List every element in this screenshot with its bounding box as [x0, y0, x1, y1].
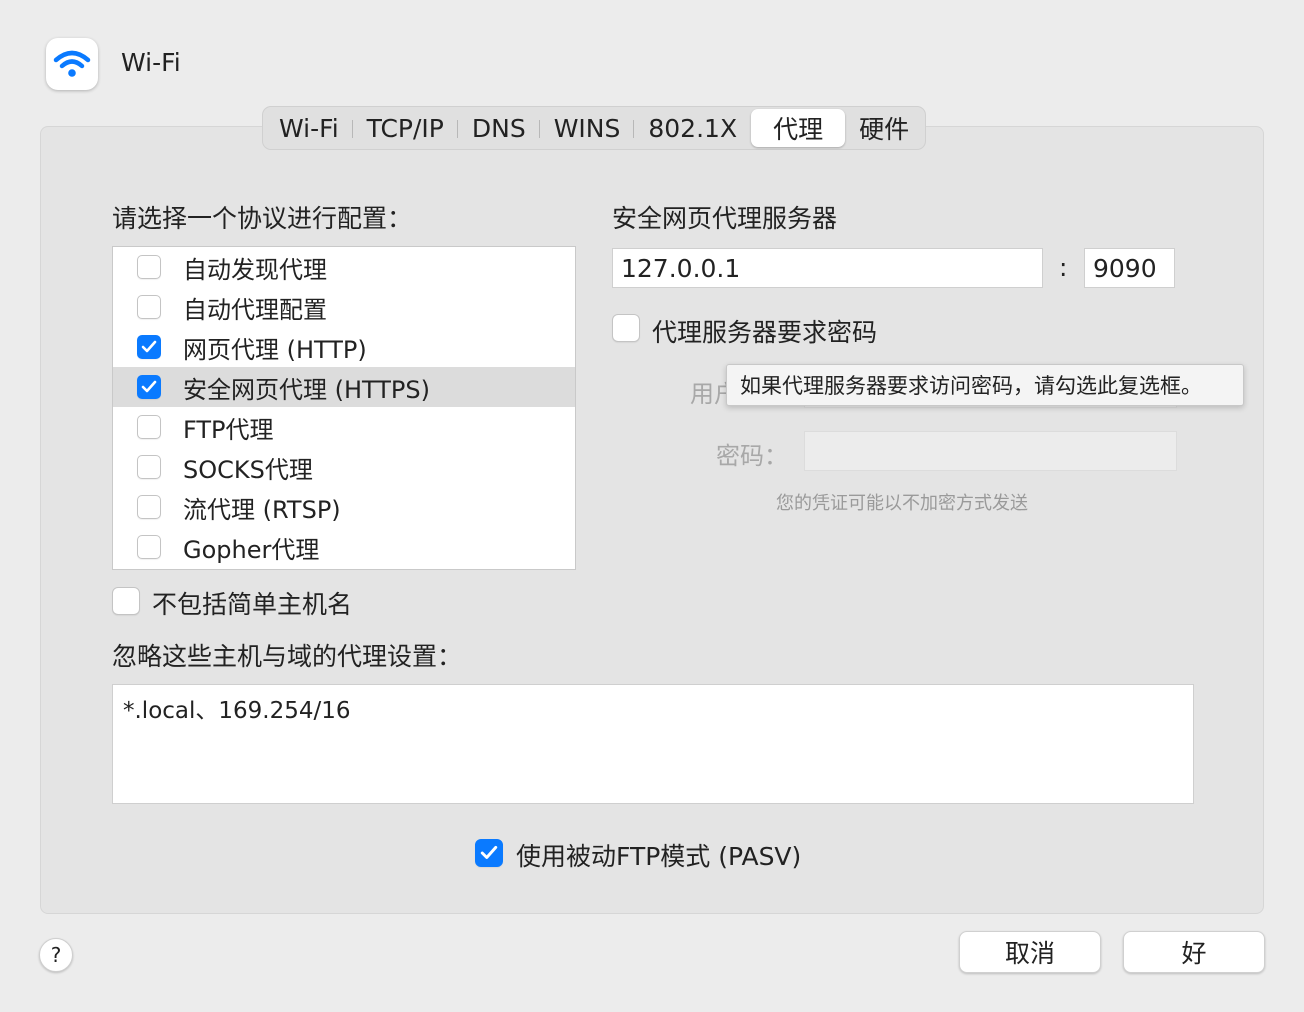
proxy-port-input[interactable]: 9090	[1084, 248, 1175, 288]
protocol-list: 自动发现代理 自动代理配置 网页代理 (HTTP) 安全网页代理 (HTTPS)…	[112, 246, 576, 570]
checkbox[interactable]	[137, 415, 161, 439]
protocol-row-rtsp[interactable]: 流代理 (RTSP)	[113, 487, 575, 527]
tab-wins[interactable]: WINS	[540, 109, 635, 147]
checkbox[interactable]	[137, 255, 161, 279]
requires-password-label: 代理服务器要求密码	[652, 318, 878, 347]
exclude-simple-hostnames-label: 不包括简单主机名	[152, 590, 353, 619]
cancel-button[interactable]: 取消	[959, 931, 1101, 973]
protocol-row-https[interactable]: 安全网页代理 (HTTPS)	[113, 367, 575, 407]
password-label: 密码：	[716, 442, 788, 470]
pasv-checkbox[interactable]	[475, 839, 503, 867]
protocol-row-auto-config[interactable]: 自动代理配置	[113, 287, 575, 327]
checkbox[interactable]	[137, 535, 161, 559]
proxy-host-input[interactable]: 127.0.0.1	[612, 248, 1043, 288]
tab-bar: Wi-Fi TCP/IP DNS WINS 802.1X 代理 硬件	[262, 106, 927, 150]
protocol-label: 自动发现代理	[183, 255, 327, 284]
protocol-label: 流代理 (RTSP)	[183, 495, 341, 524]
protocol-row-socks[interactable]: SOCKS代理	[113, 447, 575, 487]
protocol-label: Gopher代理	[183, 535, 320, 564]
protocol-label: 网页代理 (HTTP)	[183, 335, 367, 364]
port-separator: :	[1059, 253, 1068, 282]
help-button[interactable]: ?	[39, 938, 73, 972]
protocol-label: SOCKS代理	[183, 455, 313, 484]
protocol-row-gopher[interactable]: Gopher代理	[113, 527, 575, 567]
protocol-label: FTP代理	[183, 415, 274, 444]
protocol-list-heading: 请选择一个协议进行配置：	[112, 204, 413, 233]
protocol-row-http[interactable]: 网页代理 (HTTP)	[113, 327, 575, 367]
requires-password-checkbox[interactable]	[612, 314, 640, 342]
checkbox[interactable]	[137, 295, 161, 319]
tab-hardware[interactable]: 硬件	[845, 109, 923, 147]
pasv-label: 使用被动FTP模式 (PASV)	[516, 842, 802, 871]
wifi-icon	[46, 38, 98, 90]
checkbox-checked[interactable]	[137, 375, 161, 399]
protocol-row-auto-discovery[interactable]: 自动发现代理	[113, 247, 575, 287]
credentials-note: 您的凭证可能以不加密方式发送	[776, 493, 1028, 514]
checkmark-icon	[141, 340, 157, 353]
protocol-label: 自动代理配置	[183, 295, 327, 324]
tab-dns[interactable]: DNS	[458, 109, 540, 147]
checkbox-checked[interactable]	[137, 335, 161, 359]
exclude-simple-hostnames-checkbox[interactable]	[112, 587, 140, 615]
tab-wifi[interactable]: Wi-Fi	[265, 109, 353, 147]
tab-tcpip[interactable]: TCP/IP	[353, 109, 459, 147]
tab-8021x[interactable]: 802.1X	[634, 109, 751, 147]
window-title: Wi-Fi	[121, 48, 181, 77]
tab-proxy[interactable]: 代理	[751, 109, 846, 147]
checkbox[interactable]	[137, 495, 161, 519]
network-settings-window: Wi-Fi Wi-Fi TCP/IP DNS WINS 802.1X 代理 硬件…	[0, 0, 1304, 1012]
password-input[interactable]	[804, 431, 1177, 471]
protocol-row-ftp[interactable]: FTP代理	[113, 407, 575, 447]
checkmark-icon	[480, 845, 498, 859]
bypass-hosts-textarea[interactable]: *.local、169.254/16	[112, 684, 1194, 804]
checkbox[interactable]	[137, 455, 161, 479]
bypass-heading: 忽略这些主机与域的代理设置：	[112, 642, 463, 671]
ok-button[interactable]: 好	[1123, 931, 1265, 973]
server-heading: 安全网页代理服务器	[612, 204, 838, 233]
password-tooltip: 如果代理服务器要求访问密码，请勾选此复选框。	[726, 364, 1244, 406]
protocol-label: 安全网页代理 (HTTPS)	[183, 375, 431, 404]
checkmark-icon	[141, 380, 157, 393]
